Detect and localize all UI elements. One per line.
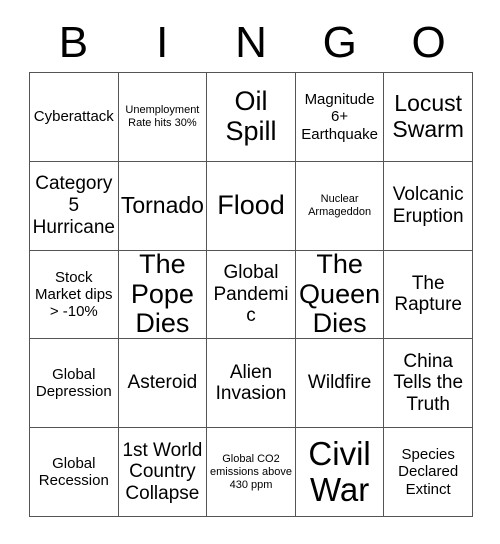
bingo-cell-label: Asteroid	[127, 372, 198, 394]
bingo-cell[interactable]: Global Recession	[30, 428, 119, 517]
bingo-header-letter-n: N	[235, 18, 267, 67]
bingo-cell[interactable]: Species Declared Extinct	[384, 428, 473, 517]
bingo-header-letter-b: B	[58, 18, 89, 67]
bingo-header-letter-o: O	[411, 18, 446, 67]
bingo-cell-label: Global Pandemic	[213, 262, 289, 327]
bingo-cell[interactable]: China Tells the Truth	[384, 339, 473, 429]
bingo-cell[interactable]: Civil War	[295, 428, 385, 517]
bingo-cell-label: Global Depression	[35, 366, 112, 401]
bingo-cell-label: Wildfire	[307, 372, 372, 394]
bingo-cell[interactable]: Unemployment Rate hits 30%	[118, 73, 208, 162]
bingo-cell-label: 1st World Country Collapse	[122, 439, 203, 504]
bingo-cell-label: The Pope Dies	[130, 250, 194, 339]
bingo-cell-label: Tornado	[120, 191, 204, 218]
bingo-cell-label: Magnitude 6+ Earthquake	[301, 91, 378, 143]
bingo-cell[interactable]: Wildfire	[295, 339, 385, 429]
bingo-cell-label: Flood	[217, 189, 285, 220]
bingo-cell-label: Stock Market dips > -10%	[35, 268, 113, 321]
bingo-cell[interactable]: Global Pandemic	[207, 250, 296, 340]
bingo-cell-label: Global CO2 emissions above 430 ppm	[210, 452, 292, 491]
bingo-cell-label: Civil War	[308, 435, 371, 509]
bingo-cell[interactable]: Category 5 Hurricane	[30, 161, 119, 251]
bingo-cell-label: Alien Invasion	[215, 361, 287, 405]
bingo-cell[interactable]: Oil Spill	[207, 73, 296, 162]
bingo-cell[interactable]: Stock Market dips > -10%	[30, 250, 119, 340]
bingo-cell-label: Category 5 Hurricane	[32, 173, 115, 238]
bingo-cell[interactable]: Asteroid	[118, 339, 208, 429]
bingo-cell-label: Oil Spill	[225, 86, 277, 146]
bingo-cell-label: The Rapture	[394, 272, 462, 316]
bingo-cell[interactable]: Alien Invasion	[207, 339, 296, 429]
bingo-cell-label: The Queen Dies	[299, 250, 381, 339]
bingo-cell[interactable]: Cyberattack	[30, 73, 119, 162]
bingo-cell[interactable]: Nuclear Armageddon	[295, 161, 385, 251]
bingo-header-letter-i: I	[156, 18, 169, 67]
bingo-cell[interactable]: Volcanic Eruption	[384, 161, 473, 251]
bingo-cell[interactable]: Global Depression	[30, 339, 119, 429]
bingo-cell-label: Species Declared Extinct	[398, 446, 459, 498]
bingo-cell-label: Volcanic Eruption	[392, 184, 464, 227]
bingo-grid: Cyberattack Unemployment Rate hits 30% O…	[29, 72, 473, 517]
bingo-cell-label: Unemployment Rate hits 30%	[125, 103, 200, 129]
bingo-cell-label: China Tells the Truth	[393, 350, 464, 416]
bingo-cell-label: Global Recession	[38, 454, 109, 490]
bingo-card: B I N G O Cyberattack Unemployment Rate …	[0, 0, 500, 544]
bingo-cell[interactable]: Tornado	[118, 161, 208, 251]
bingo-cell[interactable]: The Queen Dies	[295, 250, 385, 340]
bingo-cell[interactable]: Global CO2 emissions above 430 ppm	[207, 428, 296, 517]
bingo-cell[interactable]: The Pope Dies	[118, 250, 208, 340]
bingo-cell-label: Cyberattack	[33, 108, 114, 126]
bingo-cell[interactable]: Locust Swarm	[384, 73, 473, 162]
bingo-cell-label: Locust Swarm	[392, 90, 464, 142]
bingo-cell[interactable]: 1st World Country Collapse	[118, 428, 208, 517]
bingo-cell-label: Nuclear Armageddon	[308, 192, 372, 218]
bingo-cell[interactable]: Magnitude 6+ Earthquake	[295, 73, 385, 162]
bingo-header-letter-g: G	[322, 18, 357, 67]
bingo-cell[interactable]: Flood	[207, 161, 296, 251]
bingo-header-row: B I N G O	[29, 14, 473, 72]
bingo-cell[interactable]: The Rapture	[384, 250, 473, 340]
